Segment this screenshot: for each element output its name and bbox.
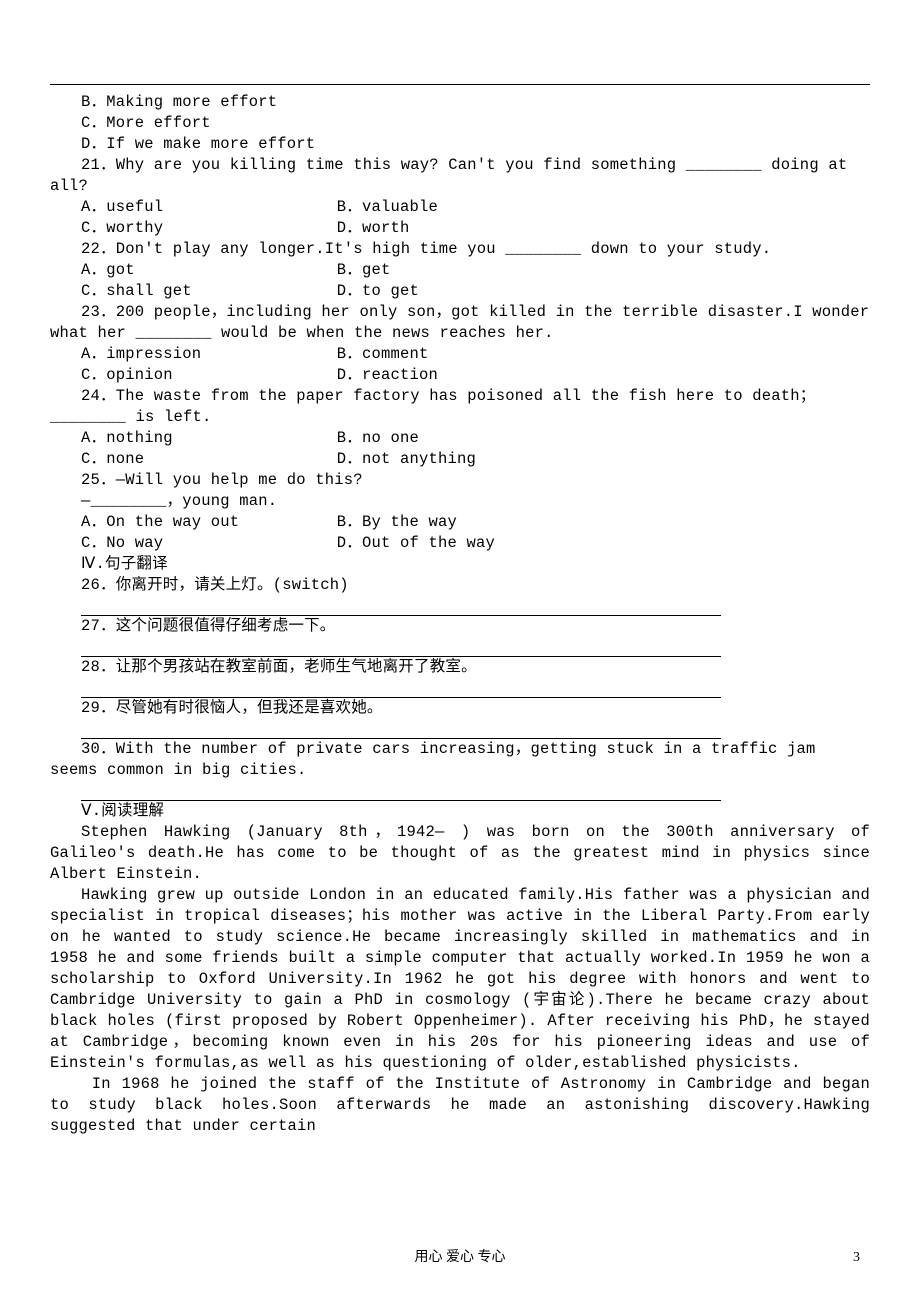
page-footer: 用心 爱心 专心 3 xyxy=(0,1247,920,1268)
answer-blank xyxy=(81,637,721,657)
option-d: D．If we make more effort xyxy=(50,134,870,155)
answer-blank xyxy=(81,719,721,739)
option-b: B．get xyxy=(306,260,870,281)
section-5-heading: Ⅴ.阅读理解 xyxy=(50,801,870,822)
body-text: B．Making more effort C．More effort D．If … xyxy=(50,92,870,1137)
option-d: D．not anything xyxy=(306,449,870,470)
question-21: 21．Why are you killing time this way? Ca… xyxy=(50,155,870,197)
option-a: A．got xyxy=(50,260,306,281)
footer-motto: 用心 爱心 专心 xyxy=(415,1250,506,1265)
option-c: C．No way xyxy=(50,533,306,554)
question-25: 25．—Will you help me do this? xyxy=(50,470,870,491)
question-25-row2: C．No wayD．Out of the way xyxy=(50,533,870,554)
option-a: A．useful xyxy=(50,197,306,218)
option-c: C．none xyxy=(50,449,306,470)
answer-blank xyxy=(81,596,721,616)
option-b: B．comment xyxy=(306,344,870,365)
reading-paragraph-3: In 1968 he joined the staff of the Insti… xyxy=(50,1074,870,1137)
question-23-row2: C．opinionD．reaction xyxy=(50,365,870,386)
option-a: A．impression xyxy=(50,344,306,365)
option-c: C．worthy xyxy=(50,218,306,239)
page-number: 3 xyxy=(853,1247,860,1268)
question-24-row2: C．noneD．not anything xyxy=(50,449,870,470)
reading-paragraph-2: Hawking grew up outside London in an edu… xyxy=(50,885,870,1074)
question-24-row1: A．nothingB．no one xyxy=(50,428,870,449)
question-23-row1: A．impressionB．comment xyxy=(50,344,870,365)
option-d: D．worth xyxy=(306,218,870,239)
option-c: C．opinion xyxy=(50,365,306,386)
translate-29: 29．尽管她有时很恼人，但我还是喜欢她。 xyxy=(50,698,870,719)
translate-30: 30．With the number of private cars incre… xyxy=(50,739,870,781)
question-24: 24．The waste from the paper factory has … xyxy=(50,386,870,428)
question-21-row1: A．usefulB．valuable xyxy=(50,197,870,218)
option-b: B．valuable xyxy=(306,197,870,218)
question-23: 23．200 people，including her only son，got… xyxy=(50,302,870,344)
option-b: B．By the way xyxy=(306,512,870,533)
option-d: D．reaction xyxy=(306,365,870,386)
option-a: A．nothing xyxy=(50,428,306,449)
translate-27: 27．这个问题很值得仔细考虑一下。 xyxy=(50,616,870,637)
document-page: B．Making more effort C．More effort D．If … xyxy=(0,0,920,1302)
answer-blank xyxy=(81,678,721,698)
translate-28: 28．让那个男孩站在教室前面，老师生气地离开了教室。 xyxy=(50,657,870,678)
section-4-heading: Ⅳ.句子翻译 xyxy=(50,554,870,575)
reading-paragraph-1: Stephen Hawking (January 8th，1942— ) was… xyxy=(50,822,870,885)
question-22: 22．Don't play any longer.It's high time … xyxy=(50,239,870,260)
translate-26: 26．你离开时，请关上灯。(switch) xyxy=(50,575,870,596)
top-horizontal-rule xyxy=(50,84,870,85)
option-a: A．On the way out xyxy=(50,512,306,533)
question-21-row2: C．worthyD．worth xyxy=(50,218,870,239)
question-25-reply: —________，young man. xyxy=(50,491,870,512)
answer-blank xyxy=(81,781,721,801)
option-b: B．Making more effort xyxy=(50,92,870,113)
option-d: D．to get xyxy=(306,281,870,302)
option-b: B．no one xyxy=(306,428,870,449)
question-22-row1: A．gotB．get xyxy=(50,260,870,281)
option-c: C．shall get xyxy=(50,281,306,302)
option-c: C．More effort xyxy=(50,113,870,134)
option-d: D．Out of the way xyxy=(306,533,870,554)
question-25-row1: A．On the way outB．By the way xyxy=(50,512,870,533)
question-22-row2: C．shall getD．to get xyxy=(50,281,870,302)
